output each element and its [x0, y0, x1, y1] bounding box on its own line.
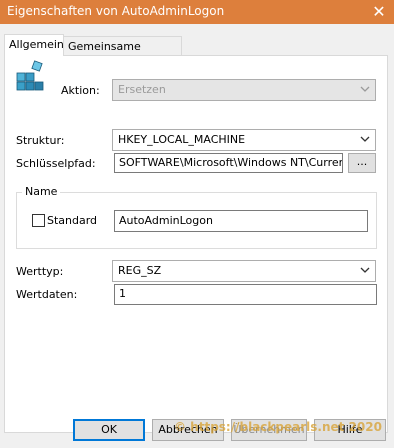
dialog-body: Allgemein Gemeinsame Optionen Aktion: Er… [0, 24, 394, 448]
name-group-title: Name [22, 185, 61, 198]
chevron-down-icon [360, 267, 370, 273]
watermark-text: © https://blackpearls.net 2020 [174, 420, 382, 434]
valuedata-input[interactable]: 1 [114, 284, 377, 305]
tab-allgemein[interactable]: Allgemein [4, 34, 64, 56]
name-value: AutoAdminLogon [119, 214, 213, 227]
registry-cubes-icon [16, 60, 44, 91]
browse-label: ... [356, 155, 368, 168]
hive-select[interactable]: HKEY_LOCAL_MACHINE [112, 129, 376, 151]
chevron-down-icon [360, 136, 370, 142]
keypath-input[interactable]: SOFTWARE\Microsoft\Windows NT\CurrentVer [114, 153, 343, 173]
keypath-label: Schlüsselpfad: [16, 157, 96, 170]
valuedata-label: Wertdaten: [16, 288, 78, 301]
name-input[interactable]: AutoAdminLogon [114, 210, 368, 232]
action-label: Aktion: [61, 84, 100, 97]
hive-label: Struktur: [16, 134, 65, 147]
hive-value: HKEY_LOCAL_MACHINE [118, 133, 246, 146]
action-value: Ersetzen [118, 83, 166, 96]
browse-button[interactable]: ... [348, 153, 376, 173]
tab-label: Allgemein [9, 38, 64, 51]
close-icon[interactable]: ✕ [364, 0, 394, 24]
ok-label: OK [101, 423, 117, 436]
action-select: Ersetzen [112, 79, 376, 101]
window-title: Eigenschaften von AutoAdminLogon [7, 4, 225, 18]
title-bar: Eigenschaften von AutoAdminLogon ✕ [0, 0, 394, 24]
valuedata-value: 1 [119, 287, 126, 300]
valuetype-select[interactable]: REG_SZ [112, 260, 376, 282]
ok-button[interactable]: OK [73, 419, 145, 441]
keypath-value: SOFTWARE\Microsoft\Windows NT\CurrentVer [119, 156, 342, 169]
valuetype-value: REG_SZ [118, 264, 162, 277]
default-label[interactable]: Standard [47, 214, 97, 227]
tab-panel: Aktion: Ersetzen Struktur: HKEY_LOCAL_MA… [4, 55, 388, 433]
default-checkbox[interactable] [32, 214, 45, 227]
tab-gemeinsame-optionen[interactable]: Gemeinsame Optionen [63, 36, 182, 72]
chevron-down-icon [360, 86, 370, 92]
valuetype-label: Werttyp: [16, 265, 64, 278]
